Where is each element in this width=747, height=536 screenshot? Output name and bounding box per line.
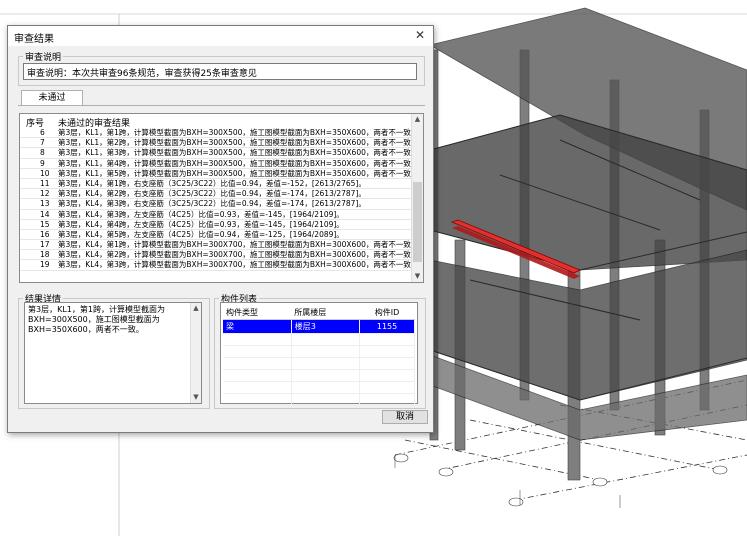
- list-item[interactable]: 7 第3层，KL1，第2跨，计算模型截面为BXH=300X500，施工图模型截面为…: [20, 138, 418, 149]
- detail-line: BXH=300X500，施工图模型截面为: [28, 315, 160, 324]
- tab-failed[interactable]: 未通过: [21, 90, 83, 105]
- scroll-thumb[interactable]: [413, 182, 422, 262]
- list-item[interactable]: 10 第3层，KL1，第5跨，计算模型截面为BXH=300X500，施工图模型截面…: [20, 169, 418, 179]
- detail-line: BXH=350X600，两者不一致。: [28, 325, 144, 334]
- list-header: 序号 未通过的审查结果: [20, 114, 412, 129]
- list-item[interactable]: 14 第3层，KL4，第3跨，左支座筋（4C25）比值=0.93，差值=-145，…: [20, 210, 412, 220]
- list-item[interactable]: 8 第3层，KL1，第3跨，计算模型截面为BXH=300X500，施工图模型截面为…: [20, 148, 418, 159]
- table-row[interactable]: 梁 楼层3 1155: [223, 319, 415, 334]
- list-item[interactable]: 12 第3层，KL4，第2跨，右支座筋（3C25/3C22）比值=0.94，差值=…: [20, 189, 412, 200]
- list-item[interactable]: 16 第3层，KL4，第5跨，左支座筋（4C25）比值=0.94，差值=-125，…: [20, 230, 412, 241]
- list-item[interactable]: 15 第3层，KL4，第4跨，左支座筋（4C25）比值=0.93，差值=-145，…: [20, 220, 412, 230]
- list-scrollbar[interactable]: ▲ ▼: [411, 114, 423, 282]
- review-result-dialog: 审查结果 ✕ 审查说明 审查说明：本次共审查96条规范，审查获得25条审查意见 …: [7, 25, 434, 433]
- dialog-title: 审查结果: [14, 34, 54, 45]
- detail-line: 第3层，KL1，第1跨，计算模型截面为: [28, 305, 165, 314]
- description-field[interactable]: 审查说明：本次共审查96条规范，审查获得25条审查意见: [23, 63, 417, 80]
- close-icon[interactable]: ✕: [413, 28, 427, 42]
- scroll-up-icon[interactable]: ▲: [191, 303, 201, 314]
- col-id[interactable]: 构件ID: [359, 306, 415, 320]
- cancel-button[interactable]: 取消: [382, 410, 428, 424]
- failed-results-list[interactable]: 序号 未通过的审查结果 6 第3层，KL1，第1跨，计算模型截面为BXH=300X…: [19, 113, 424, 283]
- list-item[interactable]: 17 第3层，KL4，第1跨，计算模型截面为BXH=300X700，施工图模型截面…: [20, 240, 418, 251]
- col-floor[interactable]: 所属楼层: [291, 306, 360, 320]
- list-item[interactable]: 13 第3层，KL4，第3跨，右支座筋（3C25/3C22）比值=0.94，差值=…: [20, 199, 412, 210]
- col-type[interactable]: 构件类型: [223, 306, 292, 320]
- scroll-down-icon[interactable]: ▼: [191, 392, 201, 403]
- detail-textarea[interactable]: 第3层，KL1，第1跨，计算模型截面为 BXH=300X500，施工图模型截面为…: [24, 302, 202, 404]
- description-label: 审查说明: [25, 53, 62, 63]
- dialog-titlebar: 审查结果 ✕: [8, 26, 433, 46]
- scroll-down-icon[interactable]: ▼: [412, 271, 423, 282]
- list-item[interactable]: 6 第3层，KL1，第1跨，计算模型截面为BXH=300X500，施工图模型截面为…: [20, 128, 418, 139]
- list-item[interactable]: 9 第3层，KL1，第4跨，计算模型截面为BXH=300X500，施工图模型截面为…: [20, 159, 418, 169]
- components-table: 构件类型 所属楼层 构件ID 梁 楼层3 1155: [223, 306, 415, 406]
- list-item[interactable]: 11 第3层，KL4，第1跨，右支座筋（3C25/3C22）比值=0.94，差值=…: [20, 179, 412, 190]
- list-item[interactable]: 18 第3层，KL4，第2跨，计算模型截面为BXH=300X700，施工图模型截面…: [20, 250, 418, 261]
- scroll-up-icon[interactable]: ▲: [412, 114, 423, 125]
- detail-scrollbar[interactable]: ▲ ▼: [190, 303, 201, 403]
- components-table-panel[interactable]: 构件类型 所属楼层 构件ID 梁 楼层3 1155: [220, 302, 418, 406]
- list-item[interactable]: 19 第3层，KL4，第3跨，计算模型截面为BXH=300X700，施工图模型截面…: [20, 260, 418, 271]
